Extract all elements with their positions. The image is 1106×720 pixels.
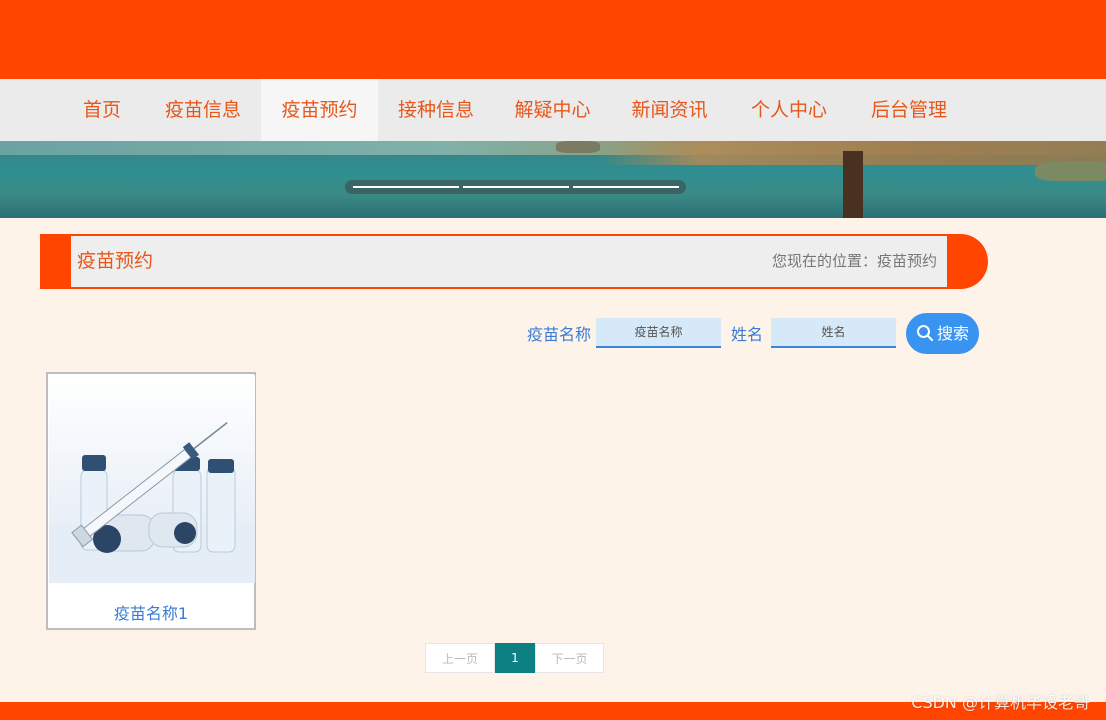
nav-item-admin[interactable]: 后台管理 xyxy=(850,79,968,141)
search-icon xyxy=(916,325,934,342)
name-label: 姓名 xyxy=(731,325,764,344)
nav-item-qa-center[interactable]: 解疑中心 xyxy=(494,79,611,141)
nav-item-vaccine-booking[interactable]: 疫苗预约 xyxy=(261,79,378,141)
vaccine-card[interactable]: 疫苗名称1 xyxy=(46,372,256,630)
main-nav: 首页 疫苗信息 疫苗预约 接种信息 解疑中心 新闻资讯 个人中心 后台管理 xyxy=(0,79,1106,141)
banner-rock xyxy=(1035,161,1106,181)
nav-item-news[interactable]: 新闻资讯 xyxy=(611,79,728,141)
nav-item-personal-center[interactable]: 个人中心 xyxy=(730,79,848,141)
vaccine-name-input[interactable] xyxy=(596,318,721,348)
vaccine-name-label: 疫苗名称 xyxy=(527,325,592,344)
carousel-indicator-3[interactable] xyxy=(573,186,679,188)
watermark: CSDN @计算机毕设老哥 xyxy=(911,693,1090,712)
search-button-label: 搜索 xyxy=(936,324,969,343)
banner-carousel-indicators xyxy=(345,180,686,194)
name-input[interactable] xyxy=(771,318,896,348)
banner-tree-trunk xyxy=(843,151,863,218)
nav-item-vaccine-info[interactable]: 疫苗信息 xyxy=(145,79,261,141)
vaccine-image xyxy=(49,375,255,583)
next-page-button[interactable]: 下一页 xyxy=(535,643,604,673)
carousel-indicator-2[interactable] xyxy=(463,186,569,188)
breadcrumb: 您现在的位置：疫苗预约 xyxy=(771,252,937,270)
top-header-bar xyxy=(0,0,1106,79)
nav-item-home[interactable]: 首页 xyxy=(62,79,142,141)
page-number-1[interactable]: 1 xyxy=(495,643,535,673)
section-title-bar: 疫苗预约 您现在的位置：疫苗预约 xyxy=(40,234,988,289)
vaccine-card-title: 疫苗名称1 xyxy=(113,604,189,623)
nav-item-vaccination-info[interactable]: 接种信息 xyxy=(378,79,494,141)
section-title-panel: 疫苗预约 您现在的位置：疫苗预约 xyxy=(71,236,947,287)
banner-rock xyxy=(556,141,600,153)
prev-page-button[interactable]: 上一页 xyxy=(425,643,495,673)
section-title: 疫苗预约 xyxy=(77,250,154,272)
search-button[interactable]: 搜索 xyxy=(906,313,979,354)
carousel-indicator-1[interactable] xyxy=(353,186,459,188)
